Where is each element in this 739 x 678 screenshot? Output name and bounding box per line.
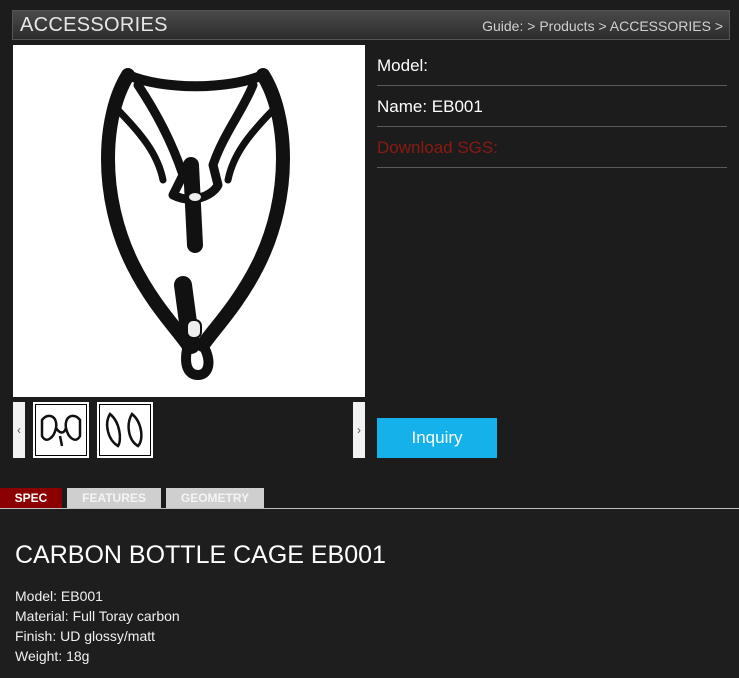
tab-spec[interactable]: SPEC <box>0 488 62 508</box>
gallery-next-arrow[interactable]: › <box>353 402 365 458</box>
page-header: ACCESSORIES Guide: > Products > ACCESSOR… <box>12 10 730 40</box>
gallery-thumbnail[interactable] <box>33 402 89 458</box>
product-title: CARBON BOTTLE CAGE EB001 <box>15 541 386 569</box>
download-sgs-link[interactable]: Download SGS: <box>377 127 727 168</box>
tab-features[interactable]: FEATURES <box>67 488 161 508</box>
spec-line-finish: Finish: UD glossy/matt <box>15 628 156 644</box>
inquiry-button[interactable]: Inquiry <box>377 418 497 458</box>
spec-line-weight: Weight: 18g <box>15 648 90 664</box>
gallery-prev-arrow[interactable]: ‹ <box>13 402 25 458</box>
product-model-row: Model: <box>377 45 727 86</box>
breadcrumb-accessories-link[interactable]: ACCESSORIES <box>610 18 711 34</box>
breadcrumb-separator: > <box>527 18 536 34</box>
spec-line-material: Material: Full Toray carbon <box>15 608 180 624</box>
product-main-image <box>13 45 365 397</box>
tab-geometry[interactable]: GEOMETRY <box>166 488 264 508</box>
breadcrumb-guide: Guide: <box>482 18 524 34</box>
spec-list: Model: EB001 Material: Full Toray carbon… <box>15 586 180 666</box>
bottle-cage-thumbnail-image <box>40 414 82 447</box>
bottle-cage-thumbnail-image <box>106 412 143 448</box>
breadcrumb-separator: > <box>714 18 723 34</box>
gallery-thumbnail[interactable] <box>97 402 153 458</box>
breadcrumb-separator: > <box>598 18 607 34</box>
bottle-cage-image <box>101 68 290 380</box>
breadcrumb-products-link[interactable]: Products <box>539 18 594 34</box>
breadcrumb: Guide: > Products > ACCESSORIES > <box>482 18 723 34</box>
spec-line-model: Model: EB001 <box>15 588 103 604</box>
product-name-row: Name: EB001 <box>377 86 727 127</box>
section-title: ACCESSORIES <box>20 14 168 36</box>
